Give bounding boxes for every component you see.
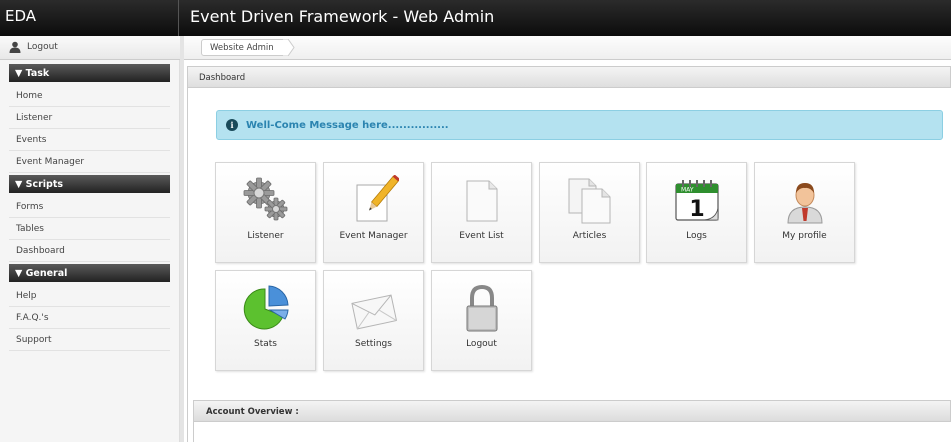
- user-icon: [9, 41, 21, 53]
- tile-logout[interactable]: Logout: [431, 270, 532, 371]
- documents-icon: [568, 178, 611, 224]
- gears-icon: [243, 177, 288, 221]
- tile-my-profile[interactable]: My profile: [754, 162, 855, 263]
- sidebar-logout[interactable]: Logout: [0, 36, 180, 60]
- tile-articles[interactable]: Articles: [539, 162, 640, 263]
- tile-label: Settings: [355, 339, 392, 349]
- account-overview-panel: [193, 422, 951, 442]
- tile-event-list[interactable]: Event List: [431, 162, 532, 263]
- info-icon: i: [226, 119, 238, 131]
- user-profile-icon: [787, 183, 823, 224]
- sidebar-item-listener[interactable]: Listener: [9, 107, 170, 129]
- sidebar-section-task[interactable]: ▼ Task: [9, 64, 170, 82]
- top-bar: EDA Event Driven Framework - Web Admin: [0, 0, 951, 36]
- tile-label: Listener: [247, 231, 284, 241]
- padlock-icon: [466, 284, 498, 332]
- envelope-icon: [351, 294, 398, 330]
- breadcrumb: Website Admin: [184, 36, 951, 60]
- content-divider: [180, 36, 184, 442]
- tile-listener[interactable]: Listener: [215, 162, 316, 263]
- breadcrumb-item-website-admin[interactable]: Website Admin: [201, 39, 289, 56]
- tile-label: Stats: [254, 339, 277, 349]
- pencil-document-icon: [356, 175, 399, 222]
- sidebar-item-home[interactable]: Home: [9, 85, 170, 107]
- breadcrumb-chevron-icon: [283, 39, 295, 56]
- dashboard-panel-header: Dashboard: [187, 66, 951, 88]
- sidebar: Logout ▼ Task Home Listener Events Event…: [0, 36, 180, 442]
- calendar-month: MAY: [681, 187, 694, 194]
- tile-label: My profile: [782, 231, 827, 241]
- blank-document-icon: [466, 180, 498, 222]
- calendar-day: 1: [689, 197, 704, 222]
- sidebar-item-help[interactable]: Help: [9, 285, 170, 307]
- pie-chart-icon: [243, 285, 289, 330]
- sidebar-logout-label: Logout: [27, 42, 58, 52]
- sidebar-item-events[interactable]: Events: [9, 129, 170, 151]
- sidebar-item-support[interactable]: Support: [9, 329, 170, 351]
- brand-logo[interactable]: EDA: [5, 7, 36, 25]
- sidebar-section-general[interactable]: ▼ General: [9, 264, 170, 282]
- welcome-message: Well-Come Message here................: [246, 120, 449, 131]
- account-overview-header: Account Overview :: [193, 400, 951, 422]
- tile-label: Logout: [466, 339, 497, 349]
- app-title: Event Driven Framework - Web Admin: [190, 7, 495, 26]
- sidebar-item-tables[interactable]: Tables: [9, 218, 170, 240]
- sidebar-item-forms[interactable]: Forms: [9, 196, 170, 218]
- tile-label: Event Manager: [339, 231, 408, 241]
- sidebar-item-faq[interactable]: F.A.Q.'s: [9, 307, 170, 329]
- tile-settings[interactable]: Settings: [323, 270, 424, 371]
- tile-event-manager[interactable]: Event Manager: [323, 162, 424, 263]
- topbar-divider: [178, 0, 179, 36]
- sidebar-item-dashboard[interactable]: Dashboard: [9, 240, 170, 262]
- tile-label: Event List: [459, 231, 504, 241]
- sidebar-item-event-manager[interactable]: Event Manager: [9, 151, 170, 173]
- sidebar-section-scripts[interactable]: ▼ Scripts: [9, 175, 170, 193]
- tile-logs[interactable]: MAY 1 Logs: [646, 162, 747, 263]
- tile-label: Articles: [572, 231, 607, 241]
- tile-label: Logs: [686, 231, 707, 241]
- calendar-icon: MAY 1: [675, 180, 719, 222]
- tile-stats[interactable]: Stats: [215, 270, 316, 371]
- dashboard-panel: [187, 88, 951, 442]
- welcome-alert: i Well-Come Message here................: [216, 110, 943, 140]
